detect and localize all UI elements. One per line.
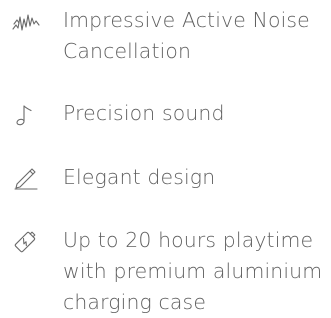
feature-label: Precision sound — [63, 98, 331, 129]
feature-label-line: charging case — [63, 290, 207, 314]
feature-label: Up to 20 hours playtime with premium alu… — [63, 225, 331, 318]
music-note-icon — [12, 104, 40, 126]
feature-label-line: Precision sound — [63, 101, 225, 125]
feature-label: Impressive Active Noise Cancellation — [63, 5, 331, 67]
feature-label-line: Impressive Active Noise — [63, 8, 310, 32]
feature-list: Impressive Active Noise Cancellation Pre… — [0, 0, 331, 314]
feature-label-line: Elegant design — [63, 165, 216, 189]
sound-wave-icon — [12, 11, 40, 33]
feature-label-line: Cancellation — [63, 39, 192, 63]
pencil-icon — [12, 167, 40, 190]
battery-charging-icon — [12, 230, 40, 253]
feature-label-line: Up to 20 hours playtime — [63, 228, 314, 252]
feature-label: Elegant design — [63, 162, 331, 193]
feature-label-line: with premium aluminium — [63, 259, 323, 283]
